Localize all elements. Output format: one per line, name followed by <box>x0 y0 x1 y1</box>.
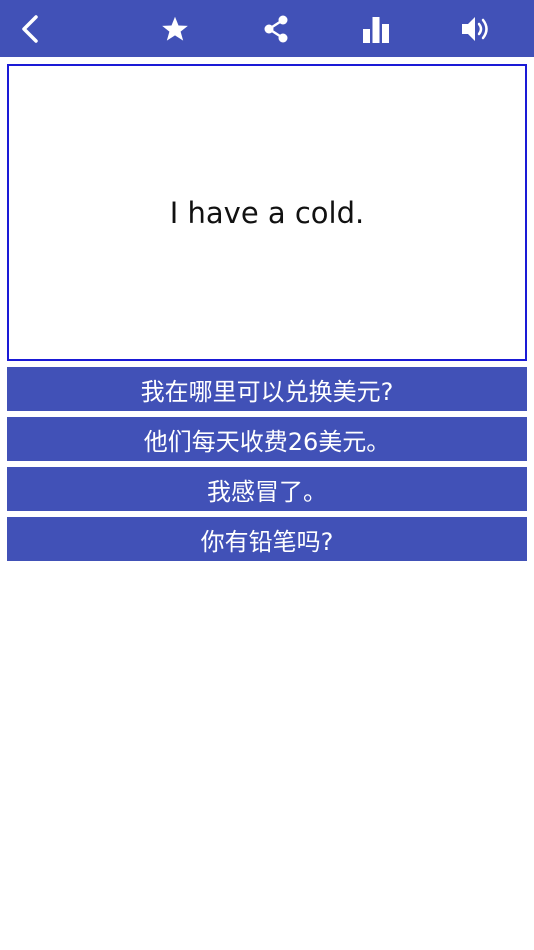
answer-option-2[interactable]: 他们每天收费26美元。 <box>7 417 527 461</box>
bar-chart-icon <box>363 16 389 43</box>
favorite-button[interactable] <box>145 0 205 57</box>
audio-button[interactable] <box>446 0 506 57</box>
answer-list: 我在哪里可以兑换美元? 他们每天收费26美元。 我感冒了。 你有铅笔吗? <box>7 367 527 567</box>
star-icon <box>162 16 188 41</box>
top-toolbar <box>0 0 534 57</box>
answer-option-4[interactable]: 你有铅笔吗? <box>7 517 527 561</box>
back-button[interactable] <box>0 0 60 57</box>
back-chevron-icon <box>22 14 38 43</box>
prompt-text: I have a cold. <box>169 195 365 230</box>
answer-option-3[interactable]: 我感冒了。 <box>7 467 527 511</box>
share-icon <box>264 15 288 42</box>
stats-button[interactable] <box>346 0 406 57</box>
answer-option-1[interactable]: 我在哪里可以兑换美元? <box>7 367 527 411</box>
share-button[interactable] <box>246 0 306 57</box>
prompt-card: I have a cold. <box>7 64 527 361</box>
speaker-icon <box>462 16 488 41</box>
